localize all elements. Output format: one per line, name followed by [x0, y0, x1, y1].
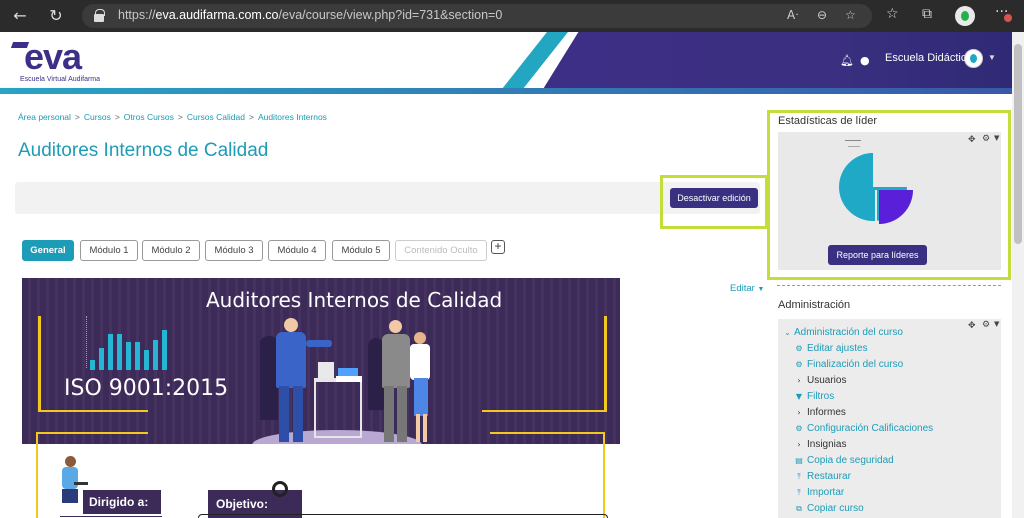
content-frame-line	[490, 432, 604, 434]
tab-modulo-1[interactable]: Módulo 1	[80, 240, 138, 261]
url-text[interactable]: https://eva.audifarma.com.co/eva/course/…	[118, 8, 502, 22]
admin-item-filtros[interactable]: ▼ Filtros	[794, 391, 834, 402]
chart-legend-line	[848, 146, 860, 147]
site-logo[interactable]: eva Escuela Virtual Audifarma	[10, 36, 110, 86]
leader-report-button[interactable]: Reporte para líderes	[828, 245, 927, 265]
edit-mode-toggle-button[interactable]: Desactivar edición	[670, 188, 758, 208]
gear-icon[interactable]: ⚙	[982, 134, 990, 144]
content-underline	[60, 516, 162, 517]
admin-item-restaurar[interactable]: ⤒ Restaurar	[794, 471, 851, 482]
breadcrumb-item[interactable]: Cursos Calidad	[187, 112, 245, 122]
course-banner-image: Auditores Internos de Calidad ISO 9001:2…	[22, 278, 620, 444]
avatar[interactable]	[964, 49, 983, 68]
chevron-down-icon[interactable]: ▼	[994, 134, 999, 142]
admin-item-editar-ajustes[interactable]: ⚙ Editar ajustes	[794, 343, 867, 354]
tab-modulo-2[interactable]: Módulo 2	[142, 240, 200, 261]
address-bar[interactable]: https://eva.audifarma.com.co/eva/course/…	[82, 4, 872, 28]
content-frame-line	[36, 432, 38, 518]
logo-text: eva	[24, 36, 82, 77]
admin-item-insignias[interactable]: › Insignias	[794, 439, 846, 450]
admin-item-calificaciones[interactable]: ⚙ Configuración Calificaciones	[794, 423, 933, 434]
tab-modulo-4[interactable]: Módulo 4	[268, 240, 326, 261]
tab-general[interactable]: General	[22, 240, 74, 261]
chevron-right-icon: ›	[797, 376, 801, 385]
tab-modulo-3[interactable]: Módulo 3	[205, 240, 263, 261]
course-toolbar	[15, 182, 760, 214]
back-icon[interactable]: ←	[10, 6, 30, 26]
message-icon[interactable]: ●	[860, 54, 870, 67]
breadcrumb: Área personal > Cursos > Otros Cursos > Cursos…	[18, 112, 327, 122]
copy-icon: ⧉	[796, 504, 802, 513]
chart-legend-line	[845, 140, 861, 141]
tab-modulo-5[interactable]: Módulo 5	[332, 240, 390, 261]
user-menu-name[interactable]: Escuela Didáctica	[885, 52, 972, 64]
magnifier-icon	[272, 481, 288, 497]
bar-chart-illustration	[90, 328, 174, 370]
admin-item-copiar-curso[interactable]: ⧉ Copiar curso	[794, 503, 864, 514]
banner-frame-line	[38, 410, 148, 412]
edit-menu[interactable]: Editar ▼	[730, 283, 764, 294]
chevron-down-icon[interactable]: ▼	[988, 53, 996, 62]
banner-title: Auditores Internos de Calidad	[206, 288, 503, 312]
scrollbar-thumb[interactable]	[1014, 44, 1022, 244]
banner-frame-line	[38, 316, 41, 412]
favorite-add-icon[interactable]: ☆	[845, 8, 856, 22]
dirigido-label: Dirigido a:	[83, 490, 161, 514]
gear-icon: ⚙	[795, 424, 803, 433]
chevron-down-icon: ⌄	[784, 328, 791, 337]
chevron-down-icon[interactable]: ▼	[994, 320, 999, 328]
move-icon[interactable]: ✥	[968, 135, 976, 145]
file-icon: ▤	[795, 456, 803, 465]
breadcrumb-item[interactable]: Cursos	[84, 112, 111, 122]
header-bottom-bar	[0, 88, 1012, 94]
admin-item-finalizacion[interactable]: ⚙ Finalización del curso	[794, 359, 903, 370]
breadcrumb-item[interactable]: Área personal	[18, 112, 71, 122]
upload-icon: ⤒	[797, 488, 801, 497]
content-frame-line	[36, 432, 148, 434]
admin-item-copia-seguridad[interactable]: ▤ Copia de seguridad	[794, 455, 894, 466]
move-icon[interactable]: ✥	[968, 321, 976, 331]
gear-icon[interactable]: ⚙	[982, 320, 990, 330]
caret-down-icon: ▼	[757, 286, 765, 293]
pie-slice-purple	[879, 190, 913, 224]
objective-box-outline	[198, 514, 608, 518]
logo-subtitle: Escuela Virtual Audifarma	[20, 76, 101, 83]
admin-item-importar[interactable]: ⤒ Importar	[794, 487, 844, 498]
gear-icon: ⚙	[795, 344, 803, 353]
banner-frame-line	[604, 316, 607, 412]
content-frame-line	[603, 432, 605, 518]
admin-item-informes[interactable]: › Informes	[794, 407, 846, 418]
bell-icon[interactable]: 🔔︎	[840, 54, 854, 67]
breadcrumb-item[interactable]: Auditores Internos	[258, 112, 327, 122]
leader-pie-chart	[839, 153, 913, 224]
lock-icon[interactable]	[94, 9, 105, 22]
collections-icon[interactable]: ⧉	[922, 6, 932, 22]
read-aloud-icon[interactable]: Aᐧ	[787, 8, 798, 22]
add-section-button[interactable]: +	[491, 240, 505, 254]
gear-icon: ⚙	[795, 360, 803, 369]
browser-toolbar: ← ↻ https://eva.audifarma.com.co/eva/cou…	[0, 0, 1024, 32]
notification-badge	[1004, 14, 1012, 22]
breadcrumb-item[interactable]: Otros Cursos	[124, 112, 174, 122]
iso-label: ISO 9001:2015	[64, 376, 229, 401]
course-admin-node[interactable]: ⌄ Administración del curso	[784, 327, 903, 338]
banner-frame-line	[482, 410, 606, 412]
reload-icon[interactable]: ↻	[46, 6, 66, 26]
chevron-right-icon: ›	[797, 440, 801, 449]
admin-item-usuarios[interactable]: › Usuarios	[794, 375, 846, 386]
favorites-icon[interactable]: ☆	[886, 6, 899, 22]
site-header: eva Escuela Virtual Audifarma 🔔︎ ● Escue…	[0, 32, 1012, 94]
banner-dotted-line	[86, 316, 87, 368]
upload-icon: ⤒	[797, 472, 801, 481]
filter-icon: ▼	[795, 392, 803, 401]
page-title: Auditores Internos de Calidad	[18, 140, 269, 161]
person-laptop-illustration	[56, 456, 88, 516]
chevron-right-icon: ›	[797, 408, 801, 417]
zoom-icon[interactable]: ⊖	[817, 8, 827, 22]
tab-contenido-oculto[interactable]: Contenido Oculto	[395, 240, 487, 261]
block-divider	[777, 285, 1001, 286]
admin-title: Administración	[778, 299, 851, 311]
profile-icon[interactable]	[955, 6, 975, 26]
